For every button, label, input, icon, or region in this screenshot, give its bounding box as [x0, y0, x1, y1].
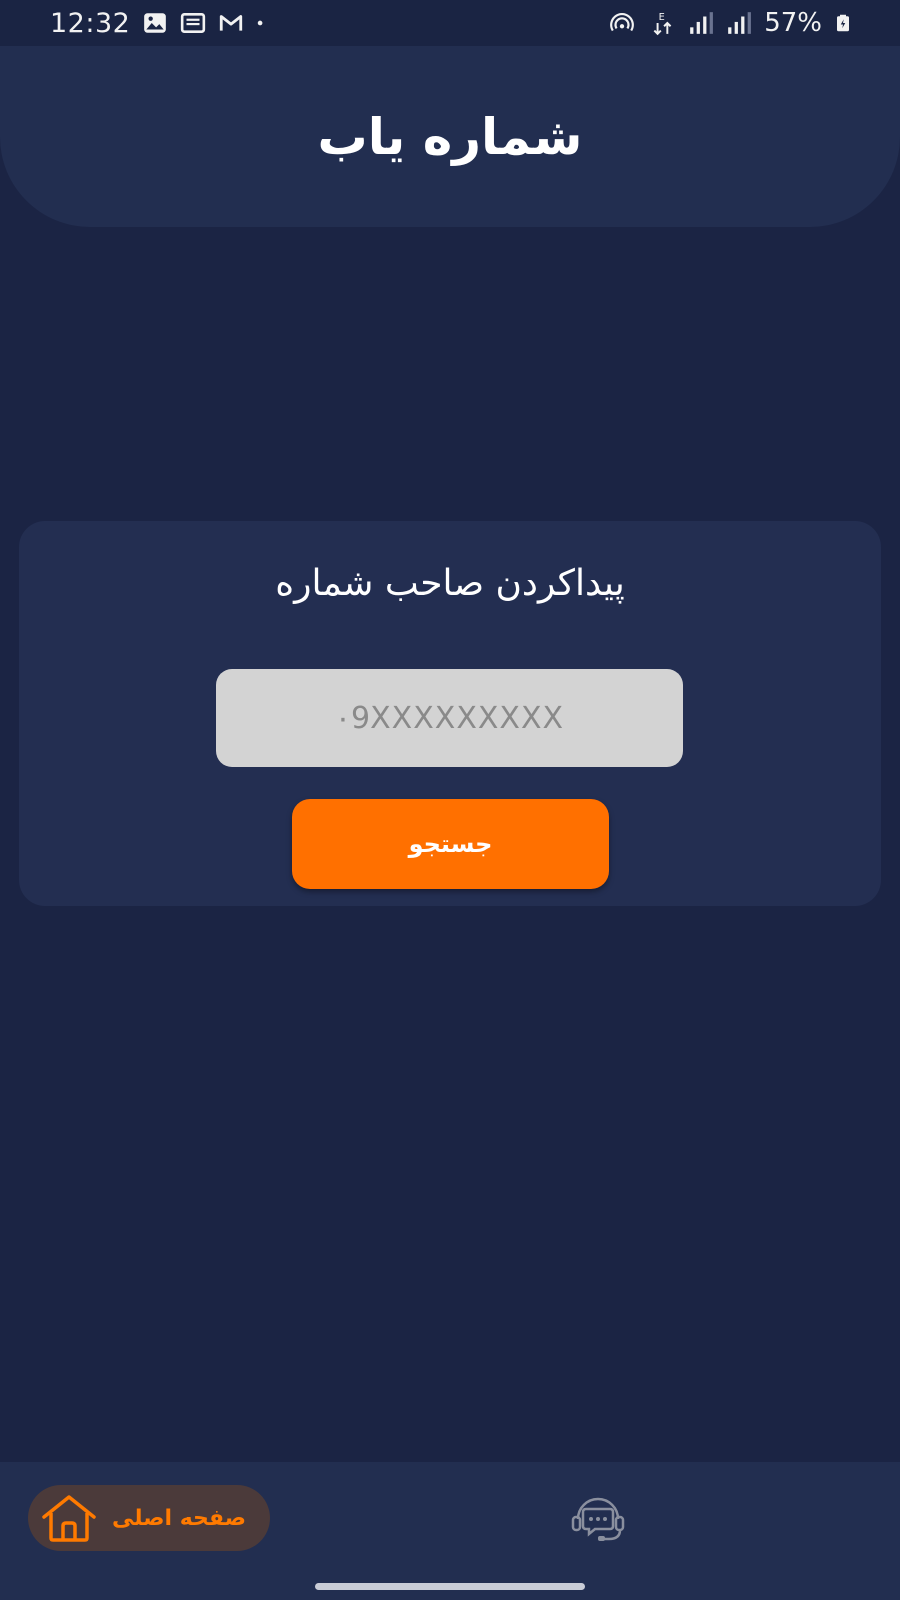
news-icon — [181, 13, 206, 33]
search-button[interactable]: جستجو — [292, 799, 609, 889]
signal-icon — [728, 12, 752, 34]
status-right: E 57% — [606, 8, 852, 38]
status-bar: 12:32 E 57% — [0, 0, 900, 46]
battery-percent: 57% — [764, 8, 822, 38]
phone-number-input[interactable] — [216, 669, 683, 767]
gallery-icon — [144, 13, 167, 33]
data-arrows-icon: E — [653, 12, 672, 36]
home-icon — [42, 1495, 96, 1542]
hotspot-icon — [610, 13, 635, 32]
support-chat-icon — [571, 1497, 625, 1541]
bottom-nav: صفحه اصلی — [0, 1462, 900, 1600]
search-card-title: پیداکردن صاحب شماره — [275, 563, 625, 604]
nav-support-button[interactable] — [568, 1492, 628, 1544]
home-indicator[interactable] — [315, 1583, 585, 1590]
nav-home-button[interactable]: صفحه اصلی — [28, 1485, 270, 1551]
signal-icon — [690, 12, 714, 34]
status-left: 12:32 — [50, 8, 270, 39]
battery-icon — [837, 14, 849, 32]
svg-text:E: E — [659, 12, 665, 23]
status-time: 12:32 — [50, 7, 131, 39]
app-header: شماره یاب — [0, 46, 900, 227]
app-title: شماره یاب — [317, 107, 583, 166]
nav-home-label: صفحه اصلی — [112, 1505, 246, 1531]
gmail-icon — [220, 15, 243, 31]
dot-icon — [258, 20, 263, 26]
search-card: پیداکردن صاحب شماره جستجو — [19, 521, 881, 906]
